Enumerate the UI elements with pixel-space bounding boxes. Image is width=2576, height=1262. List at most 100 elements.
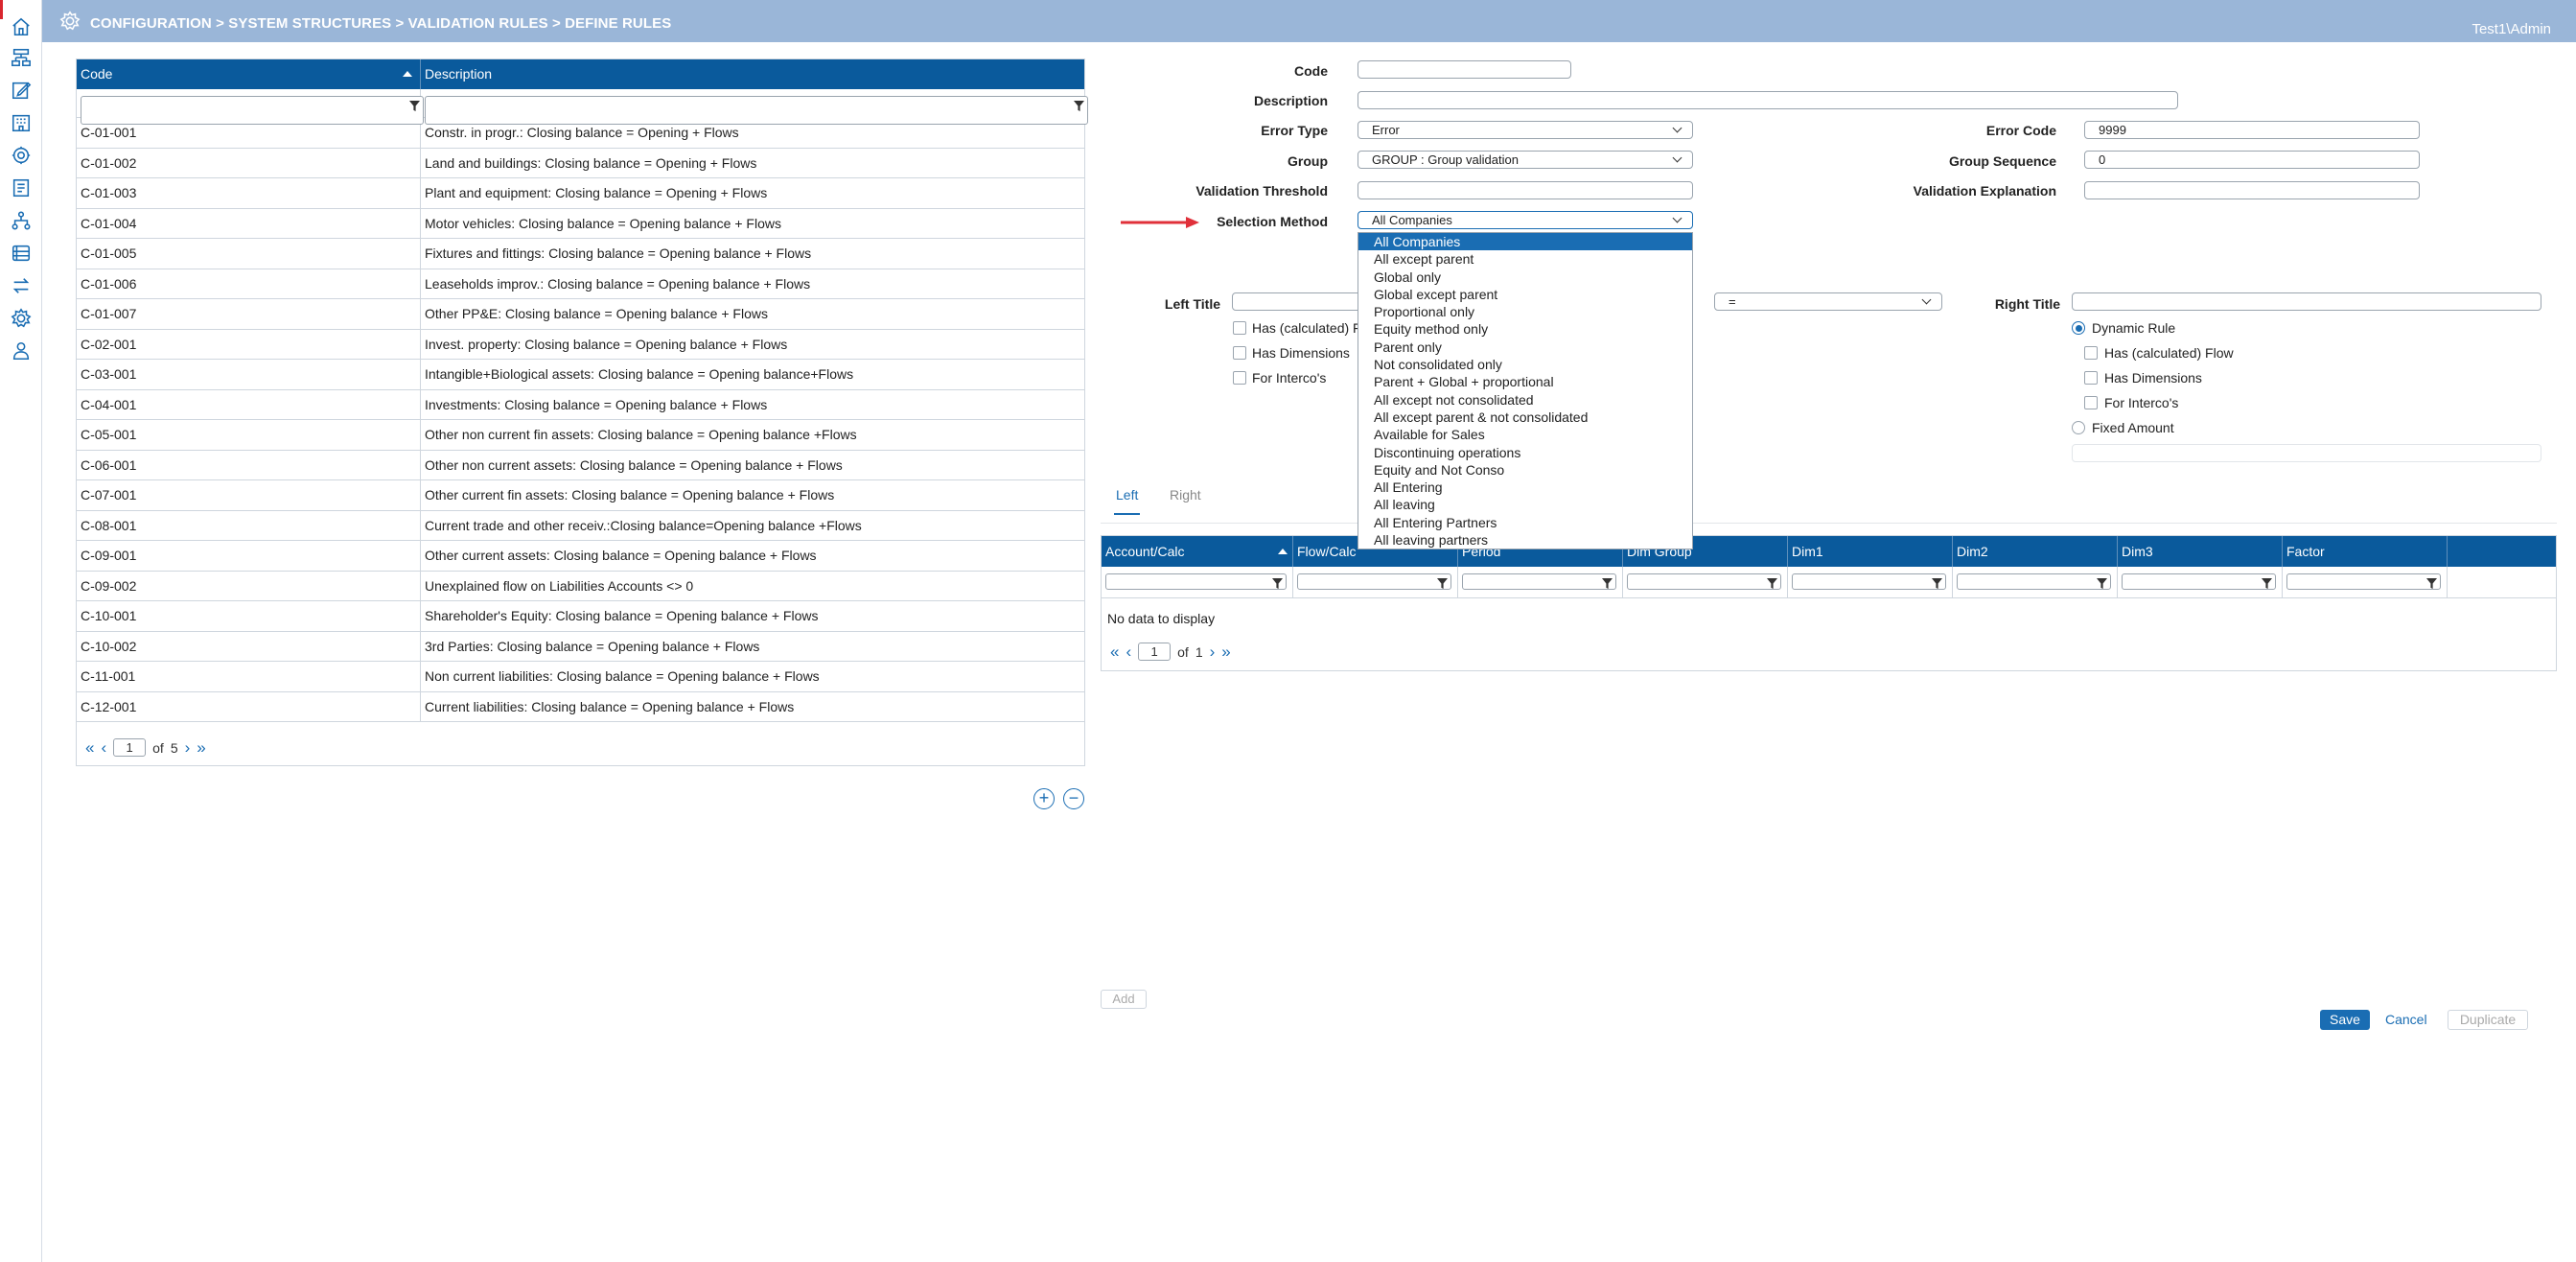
table-row[interactable]: C-01-003 Plant and equipment: Closing bal…: [77, 178, 1084, 209]
dropdown-option[interactable]: Equity and Not Conso: [1358, 461, 1692, 479]
table-row[interactable]: C-02-001 Invest. property: Closing balanc…: [77, 329, 1084, 360]
table-row[interactable]: C-11-001 Non current liabilities: Closing…: [77, 662, 1084, 692]
building-icon[interactable]: [10, 111, 33, 134]
dropdown-option[interactable]: All Entering Partners: [1358, 514, 1692, 531]
dropdown-option[interactable]: Parent + Global + proportional: [1358, 373, 1692, 390]
fixed-amount-input[interactable]: [2072, 444, 2541, 462]
group-select[interactable]: GROUP : Group validation: [1358, 151, 1693, 169]
column-filter-input[interactable]: [2122, 573, 2276, 590]
transfer-icon[interactable]: [10, 274, 33, 297]
dropdown-option[interactable]: All except parent & not consolidated: [1358, 409, 1692, 426]
column-header-description[interactable]: Description: [421, 59, 1084, 89]
table-row[interactable]: C-10-002 3rd Parties: Closing balance = O…: [77, 631, 1084, 662]
filter-icon[interactable]: [2097, 576, 2107, 589]
table-row[interactable]: C-05-001 Other non current fin assets: Cl…: [77, 420, 1084, 451]
report-icon[interactable]: [10, 176, 33, 199]
next-page-icon[interactable]: ›: [185, 739, 191, 756]
operator-select[interactable]: =: [1714, 292, 1942, 311]
dropdown-option[interactable]: All Companies: [1358, 233, 1692, 251]
user-name[interactable]: Test1\Admin: [2472, 21, 2551, 37]
right-for-intercos-checkbox[interactable]: [2084, 396, 2098, 409]
table-row[interactable]: C-01-005 Fixtures and fittings: Closing b…: [77, 239, 1084, 269]
dropdown-option[interactable]: All except not consolidated: [1358, 391, 1692, 409]
column-filter-input[interactable]: [1105, 573, 1287, 590]
user-admin-icon[interactable]: [10, 339, 33, 362]
table-row[interactable]: C-09-001 Other current assets: Closing ba…: [77, 541, 1084, 572]
tab-left[interactable]: Left: [1113, 487, 1141, 515]
database-icon[interactable]: [10, 242, 33, 265]
validation-explanation-input[interactable]: [2084, 181, 2420, 199]
validation-threshold-input[interactable]: [1358, 181, 1693, 199]
remove-rule-button[interactable]: −: [1063, 788, 1084, 809]
fixed-amount-radio[interactable]: [2072, 421, 2085, 434]
dropdown-option[interactable]: Discontinuing operations: [1358, 444, 1692, 461]
network-icon[interactable]: [10, 209, 33, 232]
column-filter-input[interactable]: [1792, 573, 1946, 590]
sort-ascending-icon[interactable]: [1278, 549, 1288, 554]
filter-icon[interactable]: [1602, 576, 1613, 589]
home-icon[interactable]: [10, 15, 33, 38]
column-header[interactable]: Dim1: [1788, 536, 1953, 567]
error-code-input[interactable]: 9999: [2084, 121, 2420, 139]
dropdown-option[interactable]: Available for Sales: [1358, 426, 1692, 443]
left-has-dimensions-checkbox[interactable]: [1233, 346, 1246, 360]
last-page-icon[interactable]: »: [197, 739, 205, 756]
error-type-select[interactable]: Error: [1358, 121, 1693, 139]
table-row[interactable]: C-01-007 Other PP&E: Closing balance = Op…: [77, 299, 1084, 330]
hierarchy-icon[interactable]: [10, 46, 33, 69]
filter-icon[interactable]: [2262, 576, 2272, 589]
table-row[interactable]: C-01-002 Land and buildings: Closing bala…: [77, 148, 1084, 178]
prev-page-icon[interactable]: ‹: [1126, 643, 1131, 660]
add-line-button[interactable]: Add: [1101, 990, 1147, 1009]
right-has-calc-flow-checkbox[interactable]: [2084, 346, 2098, 360]
page-number-input[interactable]: 1: [113, 738, 147, 757]
last-page-icon[interactable]: »: [1221, 643, 1230, 660]
column-header[interactable]: Factor: [2283, 536, 2448, 567]
left-for-intercos-checkbox[interactable]: [1233, 371, 1246, 385]
code-input[interactable]: [1358, 60, 1571, 79]
settings-cog-icon[interactable]: [10, 144, 33, 167]
table-row[interactable]: C-06-001 Other non current assets: Closin…: [77, 450, 1084, 480]
column-header[interactable]: Account/Calc: [1102, 536, 1293, 567]
column-filter-input[interactable]: [1297, 573, 1451, 590]
edit-icon[interactable]: [10, 79, 33, 102]
filter-icon[interactable]: [2426, 576, 2437, 589]
duplicate-button[interactable]: Duplicate: [2448, 1010, 2528, 1030]
filter-icon[interactable]: [1932, 576, 1942, 589]
save-button[interactable]: Save: [2320, 1010, 2370, 1030]
first-page-icon[interactable]: «: [85, 739, 94, 756]
filter-icon[interactable]: [1272, 576, 1283, 589]
sort-ascending-icon[interactable]: [403, 71, 412, 77]
page-number-input[interactable]: 1: [1138, 643, 1172, 661]
table-row[interactable]: C-10-001 Shareholder's Equity: Closing ba…: [77, 601, 1084, 632]
column-filter-input[interactable]: [2286, 573, 2441, 590]
group-sequence-input[interactable]: 0: [2084, 151, 2420, 169]
add-rule-button[interactable]: +: [1033, 788, 1055, 809]
dropdown-option[interactable]: All leaving: [1358, 496, 1692, 513]
code-filter-input[interactable]: [81, 96, 424, 125]
dynamic-rule-radio[interactable]: [2072, 321, 2085, 335]
column-filter-input[interactable]: [1957, 573, 2111, 590]
column-filter-input[interactable]: [1627, 573, 1781, 590]
table-row[interactable]: C-01-006 Leaseholds improv.: Closing bala…: [77, 269, 1084, 299]
dropdown-option[interactable]: Global only: [1358, 269, 1692, 286]
filter-icon[interactable]: [409, 99, 420, 111]
table-row[interactable]: C-03-001 Intangible+Biological assets: Cl…: [77, 360, 1084, 390]
column-header[interactable]: Dim2: [1953, 536, 2118, 567]
right-title-input[interactable]: [2072, 292, 2541, 311]
filter-icon[interactable]: [1074, 99, 1084, 111]
right-has-dimensions-checkbox[interactable]: [2084, 371, 2098, 385]
table-row[interactable]: C-08-001 Current trade and other receiv.:…: [77, 510, 1084, 541]
column-header-code[interactable]: Code: [77, 59, 421, 89]
dropdown-option[interactable]: Global except parent: [1358, 286, 1692, 303]
filter-icon[interactable]: [1437, 576, 1448, 589]
table-row[interactable]: C-09-002 Unexplained flow on Liabilities …: [77, 571, 1084, 601]
dropdown-option[interactable]: Not consolidated only: [1358, 356, 1692, 373]
first-page-icon[interactable]: «: [1110, 643, 1119, 660]
table-row[interactable]: C-01-004 Motor vehicles: Closing balance …: [77, 208, 1084, 239]
configuration-icon[interactable]: [10, 307, 33, 330]
column-header[interactable]: Dim3: [2118, 536, 2283, 567]
tab-right[interactable]: Right: [1170, 487, 1201, 502]
description-filter-input[interactable]: [425, 96, 1088, 125]
left-title-input[interactable]: [1232, 292, 1366, 311]
